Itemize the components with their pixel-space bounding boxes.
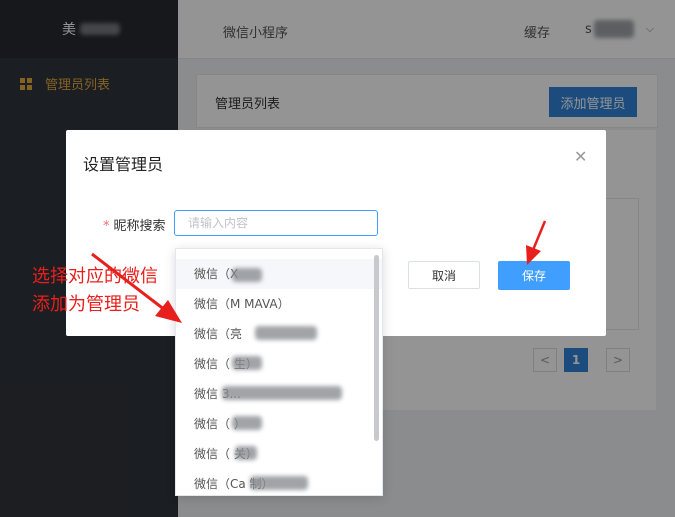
annotation-arrow-to-dropdown (91, 252, 182, 323)
annotation-arrow-to-save (526, 220, 547, 265)
annotation-arrows (91, 220, 547, 323)
